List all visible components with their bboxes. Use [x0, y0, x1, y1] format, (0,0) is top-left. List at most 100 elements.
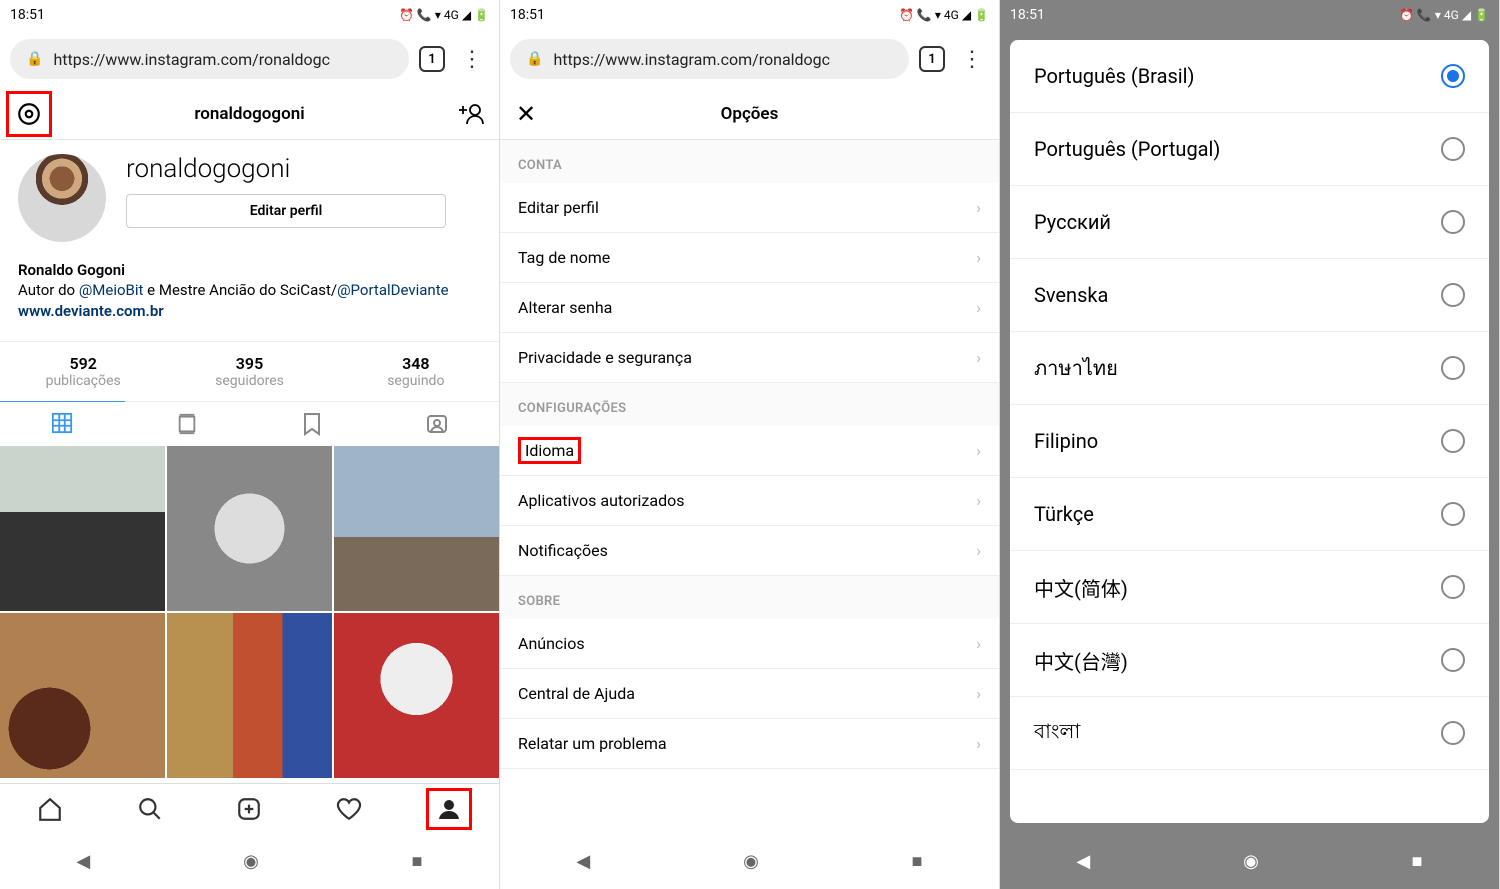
- lang-option[interactable]: 中文(简体): [1010, 551, 1489, 624]
- nav-recents-icon[interactable]: ■: [412, 851, 423, 872]
- lang-option[interactable]: Türkçe: [1010, 478, 1489, 551]
- profile-icon: [437, 797, 461, 821]
- lang-option[interactable]: Русский: [1010, 186, 1489, 259]
- signal-4g-label: 4G: [944, 8, 959, 22]
- lang-label: ภาษาไทย: [1034, 352, 1118, 384]
- opt-ajuda[interactable]: Central de Ajuda›: [500, 669, 999, 719]
- tab-tagged[interactable]: [374, 402, 499, 446]
- phone-profile: 18:51 ⏰ 📞 ▾ 4G ◢ 🔋 🔒 https://www.instagr…: [0, 0, 500, 889]
- dialog-backdrop[interactable]: Português (Brasil) Português (Portugal) …: [1000, 30, 1499, 833]
- lang-option[interactable]: Svenska: [1010, 259, 1489, 332]
- tab-feed[interactable]: [125, 402, 250, 446]
- tab-grid[interactable]: [0, 401, 125, 445]
- avatar[interactable]: [18, 154, 106, 242]
- post-thumb[interactable]: [167, 613, 332, 778]
- stat-following[interactable]: 348seguindo: [333, 342, 499, 401]
- status-icons: ⏰ 📞 ▾ 4G ◢ 🔋: [399, 8, 489, 22]
- alarm-icon: ⏰: [899, 8, 914, 22]
- nav-search[interactable]: [100, 784, 200, 833]
- tab-count-button[interactable]: 1: [919, 46, 945, 72]
- browser-toolbar: 🔒 https://www.instagram.com/ronaldogc 1 …: [0, 30, 499, 88]
- opt-anuncios[interactable]: Anúncios›: [500, 619, 999, 669]
- overflow-menu-icon[interactable]: ⋮: [455, 47, 489, 72]
- opt-problema[interactable]: Relatar um problema›: [500, 719, 999, 769]
- url-text: https://www.instagram.com/ronaldogc: [53, 50, 330, 69]
- radio-icon: [1441, 502, 1465, 526]
- status-bar: 18:51 ⏰ 📞 ▾ 4G ◢ 🔋: [1000, 0, 1499, 30]
- clock: 18:51: [1010, 7, 1045, 23]
- chevron-right-icon: ›: [976, 198, 981, 217]
- tab-count-button[interactable]: 1: [419, 46, 445, 72]
- nav-back-icon[interactable]: ◀: [76, 851, 90, 872]
- stats-row: 592publicações 395seguidores 348seguindo: [0, 341, 499, 401]
- opt-aplicativos[interactable]: Aplicativos autorizados›: [500, 476, 999, 526]
- signal-4g-label: 4G: [1444, 8, 1459, 22]
- bio-website[interactable]: www.deviante.com.br: [18, 301, 481, 321]
- browser-toolbar: 🔒 https://www.instagram.com/ronaldogc 1 …: [500, 30, 999, 88]
- lang-option[interactable]: 中文(台灣): [1010, 624, 1489, 697]
- nav-back-icon[interactable]: ◀: [1076, 851, 1090, 872]
- post-thumb[interactable]: [0, 613, 165, 778]
- lang-option-selected[interactable]: Português (Brasil): [1010, 40, 1489, 113]
- system-nav: ◀ ◉ ■: [0, 833, 499, 889]
- lang-label: 中文(台灣): [1034, 646, 1128, 675]
- grid-icon: [51, 412, 73, 434]
- status-bar: 18:51 ⏰ 📞 ▾ 4G ◢ 🔋: [0, 0, 499, 30]
- close-button[interactable]: ✕: [500, 100, 552, 128]
- edit-profile-button[interactable]: Editar perfil: [126, 194, 446, 228]
- lang-option[interactable]: ภาษาไทย: [1010, 332, 1489, 405]
- lang-option[interactable]: Filipino: [1010, 405, 1489, 478]
- phone-language: 18:51 ⏰ 📞 ▾ 4G ◢ 🔋 Português (Brasil) Po…: [1000, 0, 1500, 889]
- nav-home[interactable]: [0, 784, 100, 833]
- clock: 18:51: [10, 7, 45, 23]
- lang-label: 中文(简体): [1034, 573, 1128, 602]
- nav-add[interactable]: [200, 784, 300, 833]
- nav-activity[interactable]: [299, 784, 399, 833]
- radio-icon: [1441, 429, 1465, 453]
- opt-privacidade[interactable]: Privacidade e segurança›: [500, 333, 999, 383]
- url-bar[interactable]: 🔒 https://www.instagram.com/ronaldogc: [10, 39, 409, 79]
- opt-editar-perfil[interactable]: Editar perfil›: [500, 183, 999, 233]
- nav-home-icon[interactable]: ◉: [743, 851, 759, 872]
- stat-followers[interactable]: 395seguidores: [166, 342, 332, 401]
- nav-home-icon[interactable]: ◉: [243, 851, 259, 872]
- opt-notificacoes[interactable]: Notificações›: [500, 526, 999, 576]
- nav-recents-icon[interactable]: ■: [1412, 851, 1423, 872]
- url-text: https://www.instagram.com/ronaldogc: [553, 50, 830, 69]
- battery-icon: 🔋: [474, 8, 489, 22]
- tab-saved[interactable]: [250, 402, 375, 446]
- nav-profile[interactable]: [399, 784, 499, 833]
- home-icon: [37, 796, 63, 822]
- url-bar[interactable]: 🔒 https://www.instagram.com/ronaldogc: [510, 39, 909, 79]
- nav-home-icon[interactable]: ◉: [1243, 851, 1259, 872]
- lock-icon: 🔒: [26, 51, 43, 67]
- overflow-menu-icon[interactable]: ⋮: [955, 47, 989, 72]
- radio-icon: [1441, 137, 1465, 161]
- post-thumb[interactable]: [167, 446, 332, 611]
- nav-recents-icon[interactable]: ■: [912, 851, 923, 872]
- opt-idioma[interactable]: Idioma›: [500, 426, 999, 476]
- battery-icon: 🔋: [974, 8, 989, 22]
- lang-option[interactable]: বাংলা: [1010, 697, 1489, 770]
- post-thumb[interactable]: [334, 446, 499, 611]
- add-post-icon: [236, 796, 262, 822]
- display-username: ronaldogogoni: [126, 154, 481, 184]
- opt-alterar-senha[interactable]: Alterar senha›: [500, 283, 999, 333]
- post-grid: [0, 446, 499, 778]
- bio-mention-2[interactable]: @PortalDeviante: [337, 281, 448, 299]
- chevron-right-icon: ›: [976, 541, 981, 560]
- close-icon: ✕: [516, 100, 536, 128]
- lang-option[interactable]: Português (Portugal): [1010, 113, 1489, 186]
- opt-tag-de-nome[interactable]: Tag de nome›: [500, 233, 999, 283]
- status-icons: ⏰ 📞 ▾ 4G ◢ 🔋: [1399, 8, 1489, 22]
- search-icon: [137, 796, 163, 822]
- profile-bio: ronaldogogoni Editar perfil Ronaldo Gogo…: [0, 140, 499, 329]
- post-thumb[interactable]: [0, 446, 165, 611]
- chevron-right-icon: ›: [976, 348, 981, 367]
- nav-back-icon[interactable]: ◀: [576, 851, 590, 872]
- stat-posts[interactable]: 592publicações: [0, 342, 166, 401]
- bio-mention-1[interactable]: @MeioBit: [79, 281, 144, 299]
- post-thumb[interactable]: [334, 613, 499, 778]
- lang-label: Svenska: [1034, 283, 1108, 307]
- discover-people-button[interactable]: [457, 102, 485, 126]
